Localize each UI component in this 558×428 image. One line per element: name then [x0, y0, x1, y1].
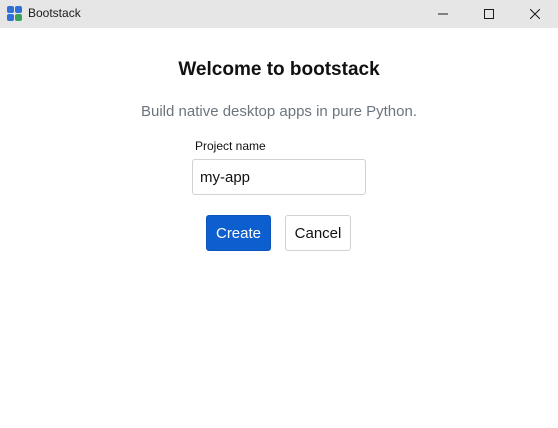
subtitle-text: Build native desktop apps in pure Python…: [140, 103, 417, 120]
maximize-button[interactable]: [466, 0, 512, 28]
bootstack-logo-icon: [7, 6, 22, 21]
project-name-label: Project name: [195, 139, 266, 153]
minimize-button[interactable]: [420, 0, 466, 28]
window-title: Bootstack: [28, 6, 81, 20]
app-window: Bootstack Welcome to bootstack Build nat…: [0, 0, 558, 428]
title-bar[interactable]: Bootstack: [0, 0, 558, 28]
project-name-input[interactable]: [192, 159, 366, 195]
cancel-button[interactable]: Cancel: [285, 215, 351, 251]
welcome-heading: Welcome to bootstack: [178, 59, 380, 80]
close-icon: [530, 9, 540, 19]
maximize-icon: [484, 9, 494, 19]
close-button[interactable]: [512, 0, 558, 28]
create-button[interactable]: Create: [206, 215, 271, 251]
minimize-icon: [438, 13, 448, 15]
